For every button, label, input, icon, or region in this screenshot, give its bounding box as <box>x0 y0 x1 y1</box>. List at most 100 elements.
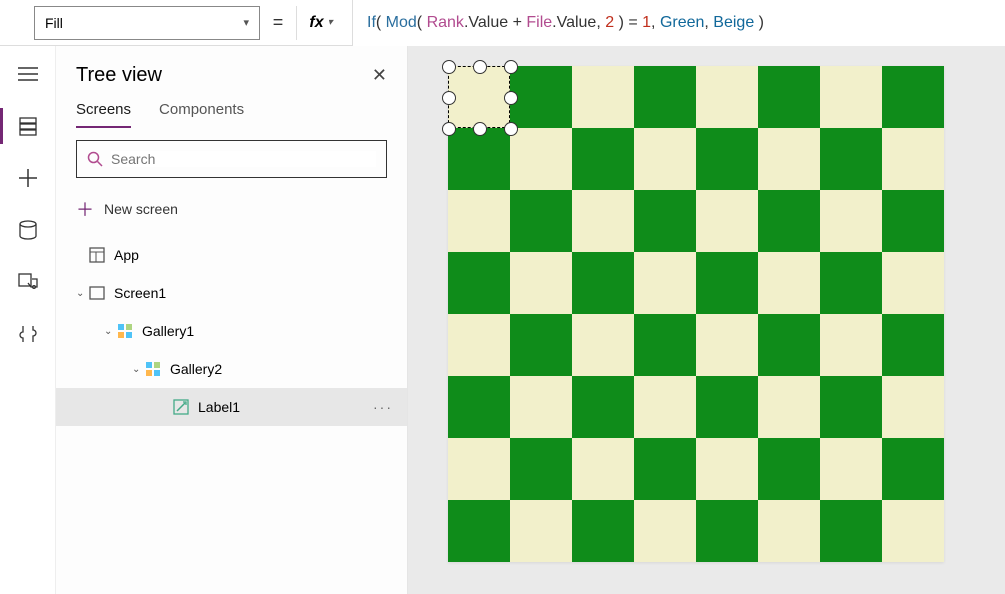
board-square[interactable] <box>696 376 758 438</box>
formula-input[interactable]: If( Mod( Rank.Value + File.Value, 2 ) = … <box>352 0 1005 46</box>
board-square[interactable] <box>696 252 758 314</box>
canvas[interactable] <box>408 46 1005 594</box>
board-square[interactable] <box>572 314 634 376</box>
hamburger-icon[interactable] <box>14 60 42 88</box>
board-square[interactable] <box>758 66 820 128</box>
tree-item-label1[interactable]: Label1··· <box>56 388 407 426</box>
tree-item-label: Gallery1 <box>142 323 194 339</box>
tools-icon[interactable] <box>14 320 42 348</box>
board-square[interactable] <box>572 128 634 190</box>
board-square[interactable] <box>696 314 758 376</box>
fx-label: fx <box>309 14 323 32</box>
board-square[interactable] <box>634 500 696 562</box>
board-square[interactable] <box>572 190 634 252</box>
board-square[interactable] <box>820 66 882 128</box>
board-square[interactable] <box>510 66 572 128</box>
gallery-icon <box>116 322 134 340</box>
board-square[interactable] <box>572 376 634 438</box>
board-square[interactable] <box>758 190 820 252</box>
media-icon[interactable] <box>14 268 42 296</box>
board-square[interactable] <box>510 438 572 500</box>
board-square[interactable] <box>510 314 572 376</box>
board-square[interactable] <box>510 500 572 562</box>
screen-icon <box>88 284 106 302</box>
board-square[interactable] <box>572 500 634 562</box>
board-square[interactable] <box>758 438 820 500</box>
insert-icon[interactable] <box>14 164 42 192</box>
formula-bar: Fill ▾ = fx ▾ If( Mod( Rank.Value + File… <box>0 0 1005 46</box>
board-square[interactable] <box>882 500 944 562</box>
board-square[interactable] <box>882 438 944 500</box>
board-square[interactable] <box>572 438 634 500</box>
fx-button[interactable]: fx ▾ <box>296 6 352 40</box>
close-icon[interactable]: ✕ <box>372 65 387 86</box>
tab-components[interactable]: Components <box>159 101 244 128</box>
board-square[interactable] <box>696 190 758 252</box>
board-square[interactable] <box>758 376 820 438</box>
board-square[interactable] <box>696 500 758 562</box>
board-square[interactable] <box>820 128 882 190</box>
panel-tabs: Screens Components <box>56 95 407 128</box>
board-square[interactable] <box>696 66 758 128</box>
more-icon[interactable]: ··· <box>373 399 393 415</box>
board-square[interactable] <box>448 438 510 500</box>
board-square[interactable] <box>634 376 696 438</box>
search-input[interactable] <box>111 151 376 167</box>
board-square[interactable] <box>820 438 882 500</box>
board-square[interactable] <box>448 500 510 562</box>
chevron-down-icon: ▾ <box>328 17 340 28</box>
chevron-icon: ⌄ <box>104 326 116 337</box>
board-square[interactable] <box>634 438 696 500</box>
board-square[interactable] <box>882 376 944 438</box>
board-square[interactable] <box>820 314 882 376</box>
tree-item-app[interactable]: App <box>56 236 407 274</box>
new-screen-button[interactable]: ＋ New screen <box>76 192 387 226</box>
board-square[interactable] <box>510 128 572 190</box>
board-square[interactable] <box>634 128 696 190</box>
tree-list: App⌄Screen1 ⌄ Gallery1 ⌄Gallery2Label1··· <box>56 236 407 426</box>
board-square[interactable] <box>820 500 882 562</box>
board-square[interactable] <box>510 190 572 252</box>
board-square[interactable] <box>758 314 820 376</box>
board-square[interactable] <box>696 438 758 500</box>
board-square[interactable] <box>634 252 696 314</box>
board-square[interactable] <box>510 252 572 314</box>
search-box[interactable] <box>76 140 387 178</box>
board-square[interactable] <box>882 190 944 252</box>
board-square[interactable] <box>634 314 696 376</box>
board-square[interactable] <box>882 314 944 376</box>
checkerboard <box>448 66 944 562</box>
tree-item-screen1[interactable]: ⌄Screen1 <box>56 274 407 312</box>
tab-screens[interactable]: Screens <box>76 101 131 128</box>
tree-item-gallery2[interactable]: ⌄Gallery2 <box>56 350 407 388</box>
board-square[interactable] <box>448 128 510 190</box>
board-square[interactable] <box>696 128 758 190</box>
board-square[interactable] <box>758 252 820 314</box>
board-square[interactable] <box>448 376 510 438</box>
board-square[interactable] <box>882 128 944 190</box>
board-square[interactable] <box>882 252 944 314</box>
tree-view-icon[interactable] <box>14 112 42 140</box>
plus-icon: ＋ <box>76 196 94 222</box>
board-square[interactable] <box>820 190 882 252</box>
board-square[interactable] <box>448 66 510 128</box>
search-icon <box>87 151 103 167</box>
left-rail <box>0 46 56 594</box>
board-square[interactable] <box>820 376 882 438</box>
board-square[interactable] <box>758 500 820 562</box>
property-selector[interactable]: Fill ▾ <box>34 6 260 40</box>
board-square[interactable] <box>634 190 696 252</box>
board-square[interactable] <box>572 252 634 314</box>
board-square[interactable] <box>572 66 634 128</box>
new-screen-label: New screen <box>104 201 178 217</box>
tree-item-gallery1[interactable]: ⌄ Gallery1 <box>56 312 407 350</box>
board-square[interactable] <box>758 128 820 190</box>
board-square[interactable] <box>448 252 510 314</box>
board-square[interactable] <box>882 66 944 128</box>
board-square[interactable] <box>820 252 882 314</box>
board-square[interactable] <box>634 66 696 128</box>
data-icon[interactable] <box>14 216 42 244</box>
board-square[interactable] <box>510 376 572 438</box>
board-square[interactable] <box>448 190 510 252</box>
board-square[interactable] <box>448 314 510 376</box>
